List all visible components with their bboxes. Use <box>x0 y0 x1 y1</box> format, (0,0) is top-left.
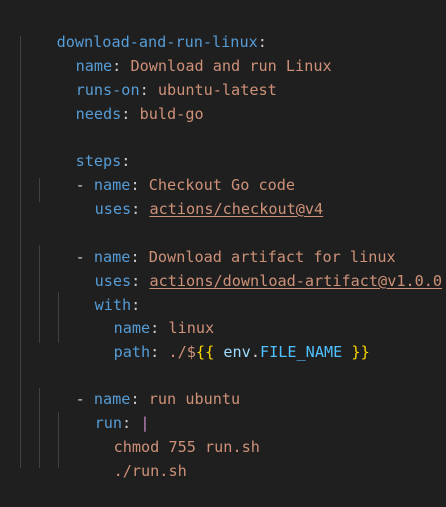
yaml-code-editor[interactable]: download-and-run-linux: name: Download a… <box>0 0 446 480</box>
dot: . <box>250 342 260 361</box>
close-braces: }} <box>351 342 370 361</box>
code-line-run-command: chmod 755 run.sh <box>77 412 260 456</box>
code-line-needs: needs: buld-go <box>39 79 204 123</box>
uses-key: uses <box>94 199 132 218</box>
code-line-with-name: name: linux <box>77 293 215 337</box>
with-path-key: path <box>113 342 151 361</box>
run-command: ./run.sh <box>113 461 187 480</box>
code-line-step-name: - name: Checkout Go code <box>39 150 296 194</box>
code-line-job: download-and-run-linux: <box>20 7 267 51</box>
colon: : <box>150 342 160 361</box>
env-file-name: FILE_NAME <box>259 342 343 361</box>
path-prefix: ./ <box>168 342 187 361</box>
code-line-runs-on: runs-on: ubuntu-latest <box>39 55 277 99</box>
open-braces: {{ <box>195 342 215 361</box>
code-line-step-uses: uses: actions/checkout@v4 <box>58 174 324 218</box>
needs-value: buld-go <box>139 104 204 123</box>
indent-guide <box>20 36 21 468</box>
code-line-run: run: | <box>58 388 150 432</box>
code-line-name: name: Download and run Linux <box>39 31 332 75</box>
code-line-run-command: ./run.sh <box>77 436 187 480</box>
path-dollar: $ <box>186 342 196 361</box>
colon: : <box>131 199 141 218</box>
step-name-value: run ubuntu <box>148 389 241 408</box>
uses-link[interactable]: actions/checkout@v4 <box>149 200 323 218</box>
colon: : <box>121 104 131 123</box>
code-line-with-path: path: ./${{ env.FILE_NAME }} <box>77 317 370 361</box>
uses-link[interactable]: actions/download-artifact@v1.0.0 <box>149 272 442 290</box>
code-line-step-name: - name: run ubuntu <box>39 364 241 408</box>
code-line-steps: steps: <box>39 126 131 170</box>
needs-key: needs <box>75 104 122 123</box>
code-line-step-name: - name: Download artifact for linux <box>39 222 396 266</box>
env-object: env <box>223 342 251 361</box>
code-line-step-uses: uses: actions/download-artifact@v1.0.0 <box>58 246 443 290</box>
code-line-with: with: <box>58 270 141 314</box>
